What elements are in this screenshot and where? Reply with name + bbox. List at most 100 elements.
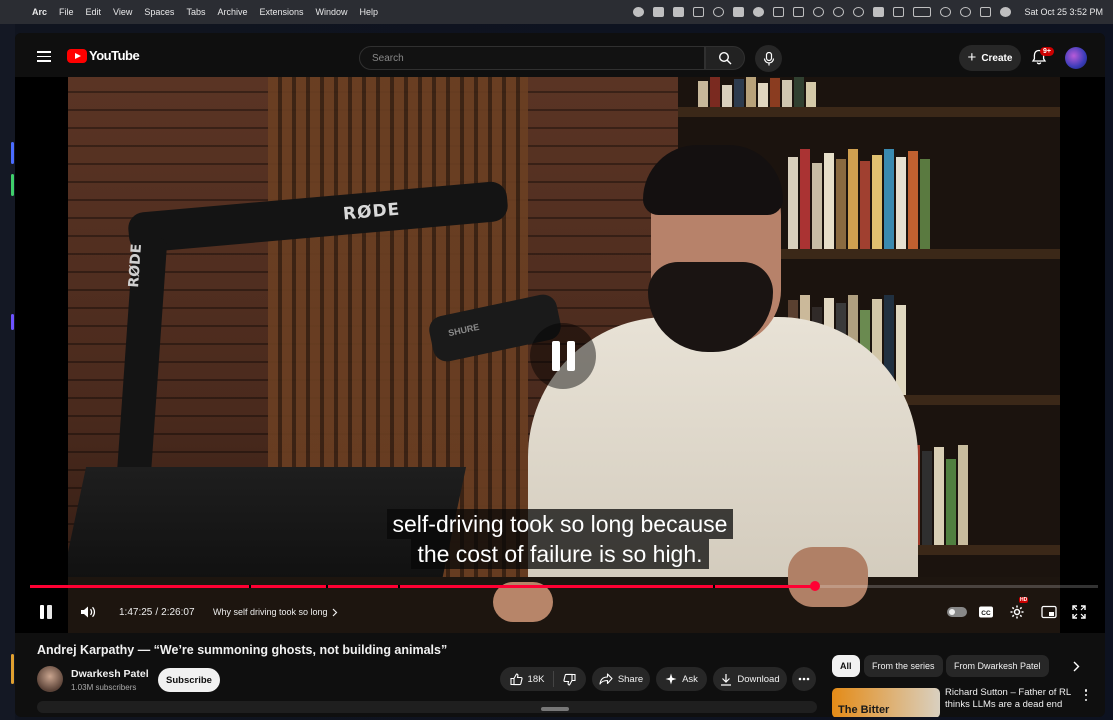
create-button[interactable]: + Create <box>959 45 1021 71</box>
menu-item-file[interactable]: File <box>53 7 80 17</box>
menu-item-tabs[interactable]: Tabs <box>180 7 211 17</box>
more-actions-button[interactable] <box>792 667 816 691</box>
extension-icon[interactable] <box>633 7 645 17</box>
bluetooth-icon[interactable] <box>893 7 905 17</box>
like-button[interactable]: 18K <box>509 672 545 686</box>
play-circle-icon[interactable] <box>833 7 845 17</box>
chip-from-the-series[interactable]: From the series <box>864 655 943 677</box>
menu-app-name[interactable]: Arc <box>26 7 53 17</box>
recommended-thumbnail[interactable]: The Bitter <box>832 688 940 717</box>
pause-bar <box>551 341 560 371</box>
notifications-badge: 9+ <box>1040 47 1054 56</box>
chapter-button[interactable]: Why self driving took so long <box>213 599 338 625</box>
miniplayer-button[interactable] <box>1041 599 1057 625</box>
caption-line: self-driving took so long because <box>386 509 734 539</box>
record-icon[interactable] <box>853 7 865 17</box>
menu-item-edit[interactable]: Edit <box>80 7 108 17</box>
like-count: 18K <box>527 673 545 685</box>
mute-button[interactable] <box>79 599 97 625</box>
chapter-title: Why self driving took so long <box>213 607 328 617</box>
chevron-right-icon <box>332 608 337 616</box>
chip-all[interactable]: All <box>832 655 860 677</box>
menu-bar-tray: Sat Oct 25 3:52 PM <box>633 0 1103 24</box>
grammarly-icon[interactable] <box>673 7 685 17</box>
chat-icon[interactable] <box>733 7 745 17</box>
notion-icon[interactable] <box>773 7 785 17</box>
plus-icon: + <box>967 49 977 66</box>
search-input[interactable] <box>372 52 704 64</box>
search-box[interactable] <box>359 46 705 70</box>
video-title: Andrej Karpathy — “We’re summoning ghost… <box>37 643 448 657</box>
play-pause-button[interactable] <box>37 599 55 625</box>
time-separator: / <box>155 606 159 618</box>
thumbs-up-icon <box>509 672 523 685</box>
moon-icon[interactable] <box>813 7 825 17</box>
menu-bar-clock[interactable]: Sat Oct 25 3:52 PM <box>1024 7 1103 17</box>
chips-next-button[interactable] <box>1065 655 1087 677</box>
book-row <box>788 149 1060 249</box>
window-resize-handle[interactable] <box>541 707 569 711</box>
download-button[interactable]: Download <box>713 667 787 691</box>
openai-icon[interactable] <box>713 7 725 17</box>
progress-played <box>30 585 815 588</box>
thumbnail-text: The Bitter <box>838 704 890 716</box>
youtube-logo[interactable]: YouTube <box>67 48 140 63</box>
menu-item-view[interactable]: View <box>107 7 138 17</box>
center-pause-button[interactable] <box>530 323 596 389</box>
wifi-icon[interactable] <box>940 7 952 17</box>
subtitles-button[interactable]: CC <box>978 599 994 625</box>
dock-indicator <box>11 314 14 330</box>
dock-indicator <box>11 654 14 684</box>
search-button[interactable] <box>705 46 745 70</box>
chart-icon[interactable] <box>693 7 705 17</box>
grid-icon[interactable] <box>793 7 805 17</box>
microphone-icon <box>763 51 774 65</box>
sync-icon[interactable] <box>753 7 765 17</box>
video-person-hair <box>643 145 783 215</box>
recommended-more-button[interactable] <box>1081 687 1091 703</box>
description-box[interactable] <box>37 701 817 713</box>
chip-from-channel[interactable]: From Dwarkesh Patel <box>946 655 1049 677</box>
channel-avatar[interactable] <box>37 666 63 692</box>
butterfly-icon[interactable] <box>653 7 665 17</box>
account-avatar[interactable] <box>1065 47 1087 69</box>
fullscreen-button[interactable] <box>1072 599 1086 625</box>
ask-button[interactable]: Ask <box>656 667 707 691</box>
battery-icon[interactable] <box>913 7 932 17</box>
fullscreen-icon <box>1072 605 1086 619</box>
dock-strip <box>0 24 15 720</box>
control-center-icon[interactable] <box>980 7 992 17</box>
menu-item-help[interactable]: Help <box>354 7 385 17</box>
recommended-title[interactable]: Richard Sutton – Father of RL thinks LLM… <box>945 687 1080 711</box>
thumbs-down-icon[interactable] <box>563 673 577 686</box>
menu-item-spaces[interactable]: Spaces <box>138 7 180 17</box>
share-label: Share <box>617 673 644 685</box>
like-dislike-group: 18K <box>500 667 586 691</box>
menu-icon[interactable] <box>35 48 53 66</box>
voice-search-button[interactable] <box>755 45 782 72</box>
search-icon <box>718 51 732 65</box>
settings-button[interactable]: HD <box>1009 597 1029 625</box>
chapter-marker <box>713 585 715 588</box>
subscribe-button[interactable]: Subscribe <box>158 668 220 692</box>
menu-item-extensions[interactable]: Extensions <box>253 7 309 17</box>
share-button[interactable]: Share <box>592 667 650 691</box>
ask-label: Ask <box>682 673 698 685</box>
video-pole-brand-text: RØDE <box>126 243 146 289</box>
input-source-icon[interactable] <box>873 7 885 17</box>
progress-scrubber[interactable] <box>809 581 820 591</box>
browser-window: YouTube + Create 9+ <box>15 33 1105 717</box>
video-player[interactable]: RØDE RØDE SHURE self-driving took so lon… <box>15 77 1105 633</box>
menu-item-archive[interactable]: Archive <box>211 7 253 17</box>
chapter-marker <box>326 585 328 588</box>
spotlight-search-icon[interactable] <box>960 7 972 17</box>
volume-icon <box>81 606 95 618</box>
pause-bar <box>566 341 575 371</box>
channel-name[interactable]: Dwarkesh Patel <box>71 668 149 680</box>
siri-icon[interactable] <box>1000 7 1012 17</box>
progress-bar[interactable] <box>30 581 1098 591</box>
captions-icon: CC <box>979 606 993 618</box>
autoplay-toggle[interactable] <box>947 599 967 625</box>
menu-item-window[interactable]: Window <box>310 7 354 17</box>
youtube-masthead: YouTube + Create 9+ <box>15 33 1105 81</box>
